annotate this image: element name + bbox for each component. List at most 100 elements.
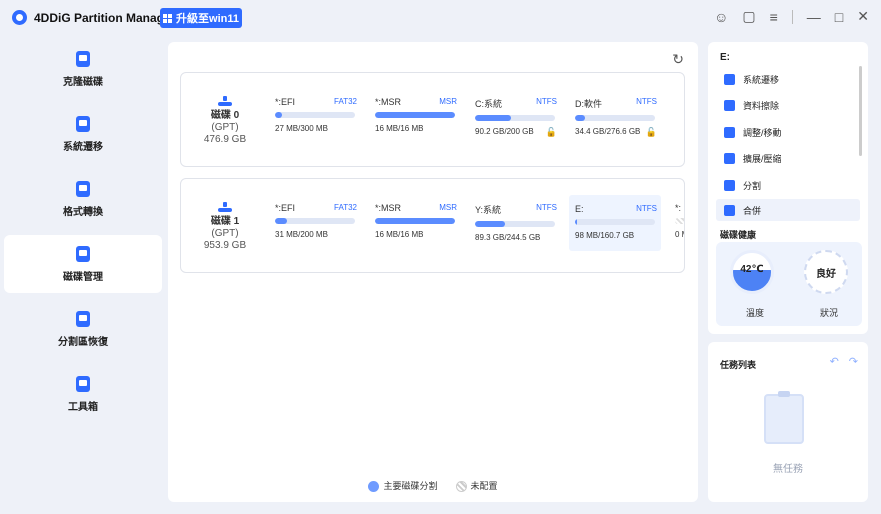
partition-block[interactable]: *:EFI FAT32 31 MB/200 MB xyxy=(269,179,361,272)
unallocated-dot-icon xyxy=(455,481,467,492)
sidebar-item-system-migration[interactable]: 系統遷移 xyxy=(4,105,162,163)
usage-bar xyxy=(275,112,355,118)
disk-health-title: 磁碟健康 xyxy=(720,230,757,240)
account-icon[interactable]: ☺ xyxy=(714,9,728,25)
partition-usage: 31 MB/200 MB xyxy=(275,230,328,239)
sidebar: 克隆磁碟 系統遷移 格式轉換 磁碟管理 分割區恢復 工具箱 xyxy=(4,40,162,430)
minimize-icon[interactable]: — xyxy=(807,9,821,25)
usage-fill xyxy=(475,221,505,227)
partition-block-truncated[interactable]: *: 0 M xyxy=(669,179,684,272)
partition-fs: NTFS xyxy=(636,204,657,213)
partition-block[interactable]: *:EFI FAT32 27 MB/300 MB xyxy=(269,73,361,166)
partition-name: *:EFI xyxy=(275,97,296,107)
usage-bar xyxy=(275,218,355,224)
lock-icon: 🔓 xyxy=(545,127,557,137)
partition-block[interactable]: D:軟件 NTFS 34.4 GB/276.6 GB 🔓 xyxy=(569,73,661,166)
action-label: 擴展/壓縮 xyxy=(743,153,782,164)
menu-icon[interactable]: ≡ xyxy=(770,9,778,25)
disk-info: 磁碟 1 (GPT) 953.9 GB xyxy=(181,179,269,272)
resize-icon xyxy=(724,126,735,138)
disk-style: (GPT) xyxy=(211,121,239,133)
action-label: 分割 xyxy=(743,180,762,191)
sidebar-item-label: 分割區恢復 xyxy=(58,336,108,348)
partition-usage: 90.2 GB/200 GB xyxy=(475,127,534,136)
partition-name: *:EFI xyxy=(275,203,296,213)
sidebar-item-label: 工具箱 xyxy=(68,401,98,413)
operations-panel: E: 系統遷移 資料擦除 調整/移動 擴展/壓縮 分割 合併 磁碟健康 42℃ … xyxy=(708,42,868,334)
eraser-icon xyxy=(724,99,735,111)
action-extend-shrink[interactable]: 擴展/壓縮 xyxy=(716,147,860,169)
disk-name: 磁碟 1 xyxy=(210,215,240,227)
convert-icon xyxy=(76,180,90,197)
usage-bar xyxy=(575,219,655,225)
action-resize-move[interactable]: 調整/移動 xyxy=(716,121,860,143)
sidebar-item-label: 格式轉換 xyxy=(63,206,103,218)
partition-usage: 34.4 GB/276.6 GB xyxy=(575,127,641,136)
divider xyxy=(791,9,793,24)
temperature-label: 溫度 xyxy=(746,308,765,318)
usage-fill xyxy=(275,218,287,224)
legend-primary-label: 主要磁碟分割 xyxy=(383,480,438,491)
partition-block[interactable]: C:系統 NTFS 90.2 GB/200 GB 🔓 xyxy=(469,73,561,166)
legend-unallocated-label: 未配置 xyxy=(470,480,498,491)
partition-fs: MSR xyxy=(439,203,457,212)
task-list-title: 任務列表 xyxy=(720,360,757,370)
disk-card[interactable]: 磁碟 1 (GPT) 953.9 GB *:EFI FAT32 31 MB/200… xyxy=(180,178,685,273)
partition-fs: FAT32 xyxy=(334,97,357,106)
legend-primary: 主要磁碟分割 xyxy=(368,479,438,492)
sidebar-item-disk-management[interactable]: 磁碟管理 xyxy=(4,235,162,293)
lock-icon: 🔓 xyxy=(645,127,657,137)
undo-icon[interactable]: ↶ xyxy=(830,355,839,368)
disk-name: 磁碟 0 xyxy=(210,109,240,121)
temperature-value: 42℃ xyxy=(740,264,764,275)
windows-icon xyxy=(163,13,173,23)
partition-name: E: xyxy=(575,204,584,214)
empty-clipboard-icon xyxy=(764,391,804,444)
redo-icon[interactable]: ↷ xyxy=(849,355,858,368)
close-icon[interactable]: ✕ xyxy=(857,8,869,25)
partition-block[interactable]: *:MSR MSR 16 MB/16 MB xyxy=(369,73,461,166)
partition-usage: 98 MB/160.7 GB xyxy=(575,231,635,240)
app-title: 4DDiG Partition Manager xyxy=(34,11,176,25)
sidebar-item-clone-disk[interactable]: 克隆磁碟 xyxy=(4,40,162,98)
action-system-migration[interactable]: 系統遷移 xyxy=(716,68,860,90)
sidebar-item-label: 系統遷移 xyxy=(63,141,103,153)
maximize-icon[interactable]: □ xyxy=(835,9,843,25)
partition-fs: FAT32 xyxy=(334,203,357,212)
usage-fill xyxy=(275,112,283,118)
partition-usage: 89.3 GB/244.5 GB xyxy=(475,233,541,242)
action-merge[interactable]: 合併 xyxy=(716,199,860,221)
legend: 主要磁碟分割 未配置 xyxy=(168,479,698,492)
selected-partition-title: E: xyxy=(720,52,730,63)
disk-size: 953.9 GB xyxy=(203,239,247,251)
title-bar: 4DDiG Partition Manager 升級至win11 ☺ ▢ ≡ —… xyxy=(0,0,881,36)
action-label: 合併 xyxy=(743,205,762,216)
sidebar-item-partition-recovery[interactable]: 分割區恢復 xyxy=(4,300,162,358)
feedback-icon[interactable]: ▢ xyxy=(742,8,755,25)
usage-fill xyxy=(475,115,511,121)
action-split[interactable]: 分割 xyxy=(716,174,860,196)
usage-bar xyxy=(675,218,684,224)
partition-fs: NTFS xyxy=(536,203,557,212)
partition-block[interactable]: Y:系統 NTFS 89.3 GB/244.5 GB xyxy=(469,179,561,272)
sidebar-item-toolbox[interactable]: 工具箱 xyxy=(4,365,162,423)
sidebar-item-format-convert[interactable]: 格式轉換 xyxy=(4,170,162,228)
disk-size: 476.9 GB xyxy=(203,133,247,145)
temperature-gauge: 42℃ xyxy=(730,250,774,294)
split-icon xyxy=(724,179,735,191)
disk-card[interactable]: 磁碟 0 (GPT) 476.9 GB *:EFI FAT32 27 MB/300… xyxy=(180,72,685,167)
upgrade-win11-button[interactable]: 升級至win11 xyxy=(160,8,242,28)
partition-block-selected[interactable]: E: NTFS 98 MB/160.7 GB xyxy=(569,195,661,251)
disk-info: 磁碟 0 (GPT) 476.9 GB xyxy=(181,73,269,166)
migration-icon xyxy=(724,73,735,85)
primary-dot-icon xyxy=(368,481,380,492)
partition-name: D:軟件 xyxy=(575,99,603,109)
action-data-wipe[interactable]: 資料擦除 xyxy=(716,94,860,116)
refresh-icon[interactable]: ↻ xyxy=(672,51,684,68)
usage-bar xyxy=(475,115,555,121)
partition-block[interactable]: *:MSR MSR 16 MB/16 MB xyxy=(369,179,461,272)
toolbox-icon xyxy=(76,375,90,392)
upgrade-label: 升級至win11 xyxy=(176,13,239,25)
action-label: 調整/移動 xyxy=(743,127,782,138)
disk-management-icon xyxy=(76,245,90,262)
